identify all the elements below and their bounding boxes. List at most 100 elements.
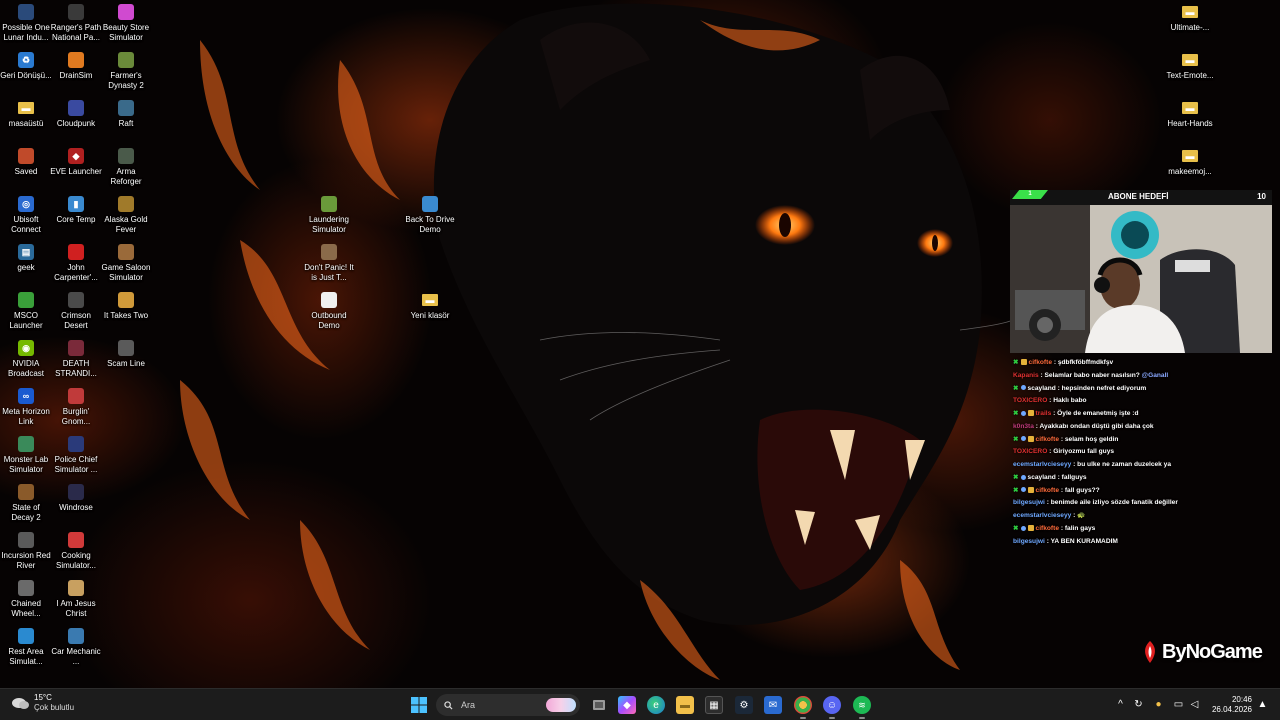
chat-username[interactable]: bilgesujwi	[1013, 499, 1045, 506]
chat-username[interactable]: ecemstarlvcieseyy	[1013, 461, 1071, 468]
file-explorer-app[interactable]: ▬	[676, 696, 694, 714]
desktop-icon-label: Burglin' Gnom...	[61, 407, 91, 426]
desktop-icon[interactable]: ▬ Text-Emote...	[1164, 52, 1216, 81]
desktop-icon[interactable]: Saved	[0, 148, 52, 177]
desktop-icon[interactable]: Ranger's Path National Pa...	[50, 4, 102, 43]
desktop-icon[interactable]: Beauty Store Simulator	[100, 4, 152, 43]
notification-bell-icon[interactable]: ▲	[1256, 698, 1269, 711]
desktop-icon[interactable]: DEATH STRANDI...	[50, 340, 102, 379]
desktop-icon-label: Geri Dönüşü...	[0, 71, 52, 80]
desktop-icon[interactable]: Back To Drive Demo	[404, 196, 456, 235]
desktop-icon[interactable]: I Am Jesus Christ	[50, 580, 102, 619]
discord-app[interactable]: ☺	[823, 696, 841, 714]
desktop-icon[interactable]: Don't Panic! It is Just T...	[303, 244, 355, 283]
desktop-icon-label: I Am Jesus Christ	[56, 599, 96, 618]
moderator-badge-icon: ✖	[1013, 410, 1019, 417]
desktop-icon-label: Possible One Lunar Indu...	[2, 23, 50, 42]
chat-text: Öyle de emanetmiş işte :d	[1057, 410, 1139, 417]
desktop-icon[interactable]: ▮ Core Temp	[50, 196, 102, 225]
desktop-icon[interactable]: ∞ Meta Horizon Link	[0, 388, 52, 427]
desktop-icon[interactable]: Scam Line	[100, 340, 152, 369]
desktop-icon[interactable]: DrainSim	[50, 52, 102, 81]
desktop-icon[interactable]: Raft	[100, 100, 152, 129]
chat-username[interactable]: k0n3ta	[1013, 423, 1034, 430]
desktop-icon[interactable]: Cooking Simulator...	[50, 532, 102, 571]
desktop-icon[interactable]: Incursion Red River	[0, 532, 52, 571]
search-placeholder: Ara	[461, 700, 476, 710]
mail-app[interactable]: ✉	[764, 696, 782, 714]
desktop-icon[interactable]: ▬ Heart-Hands	[1164, 100, 1216, 129]
show-hidden-icons-chevron-icon[interactable]: ^	[1114, 698, 1127, 711]
chat-username[interactable]: ecemstarlvcieseyy	[1013, 512, 1071, 519]
start-button[interactable]	[410, 696, 428, 714]
desktop-icon[interactable]: Outbound Demo	[303, 292, 355, 331]
desktop-icon[interactable]: Chained Wheel...	[0, 580, 52, 619]
mail-icon: ✉	[768, 699, 778, 711]
chat-username[interactable]: cifkofte	[1036, 525, 1059, 532]
chrome-browser-app[interactable]	[794, 696, 812, 714]
steam-app[interactable]: ⚙	[735, 696, 753, 714]
task-view-button[interactable]	[590, 696, 608, 714]
desktop-icon[interactable]: Monster Lab Simulator	[0, 436, 52, 475]
edge-browser-app[interactable]: e	[647, 696, 665, 714]
spotify-app[interactable]: ≋	[853, 696, 871, 714]
weather-widget[interactable]: 15°C Çok bulutlu	[10, 693, 74, 713]
microsoft-store-app[interactable]: ▦	[705, 696, 723, 714]
desktop-icon[interactable]: MSCO Launcher	[0, 292, 52, 331]
desktop-icon[interactable]: State of Decay 2	[0, 484, 52, 523]
spotify-running-indicator	[859, 717, 865, 719]
game-icon	[68, 100, 84, 116]
desktop-icon[interactable]: ◎ Ubisoft Connect	[0, 196, 52, 235]
moderator-badge-icon: ✖	[1013, 359, 1019, 366]
desktop-icon[interactable]: Farmer's Dynasty 2	[100, 52, 152, 91]
chat-username[interactable]: cifkofte	[1029, 359, 1052, 366]
desktop-icon[interactable]: Crimson Desert	[50, 292, 102, 331]
desktop-icon[interactable]: ♻ Geri Dönüşü...	[0, 52, 52, 81]
chat-username[interactable]: cifkofte	[1036, 487, 1059, 494]
game-icon	[422, 196, 438, 212]
desktop-icon[interactable]: Cloudpunk	[50, 100, 102, 129]
desktop-icon[interactable]: ▤ geek	[0, 244, 52, 273]
clock-time: 20:46	[1231, 695, 1252, 704]
system-clock[interactable]: 20:46 26.04.2026	[1206, 695, 1252, 715]
desktop-icon[interactable]: Windrose	[50, 484, 102, 513]
desktop-icon-label: Text-Emote...	[1166, 71, 1214, 80]
chat-text: bu ulke ne zaman duzelcek ya	[1077, 461, 1171, 468]
chat-username[interactable]: scayland	[1028, 474, 1056, 481]
desktop-icon[interactable]: ▬ Ultimate-...	[1164, 4, 1216, 33]
desktop-icon[interactable]: Laundering Simulator	[303, 196, 355, 235]
microphone-icon[interactable]: ●	[1152, 698, 1165, 711]
chat-username[interactable]: TOXICERO	[1013, 448, 1047, 455]
desktop-icon[interactable]: ▬ Yeni klasör	[404, 292, 456, 321]
chat-username[interactable]: bilgesujwi	[1013, 538, 1045, 545]
chat-mention[interactable]: @Ganall	[1142, 372, 1169, 379]
desktop-icon[interactable]: Rest Area Simulat...	[0, 628, 52, 667]
chat-username[interactable]: trails	[1036, 410, 1052, 417]
game-icon	[321, 292, 337, 308]
desktop-icon[interactable]: ◆ EVE Launcher	[50, 148, 102, 177]
desktop-icon[interactable]: Burglin' Gnom...	[50, 388, 102, 427]
desktop-icon[interactable]: ▬ masaüstü	[0, 100, 52, 129]
desktop-icon[interactable]: ▬ makeemoj...	[1164, 148, 1216, 177]
desktop-icon[interactable]: Game Saloon Simulator	[100, 244, 152, 283]
folder-icon: ▬	[1182, 102, 1198, 114]
sync-icon[interactable]: ↻	[1132, 698, 1145, 711]
chat-username[interactable]: Kapanis	[1013, 372, 1039, 379]
copilot-app[interactable]: ◆	[618, 696, 636, 714]
desktop-icon[interactable]: John Carpenter'...	[50, 244, 102, 283]
desktop-icon[interactable]: Car Mechanic ...	[50, 628, 102, 667]
desktop-icon[interactable]: Police Chief Simulator ...	[50, 436, 102, 475]
desktop-icon[interactable]: Possible One Lunar Indu...	[0, 4, 52, 43]
taskbar-search[interactable]: Ara	[436, 694, 580, 716]
subscriber-goal-progress: 1	[1012, 190, 1048, 199]
desktop-icon[interactable]: ◉ NVIDIA Broadcast	[0, 340, 52, 379]
chat-username[interactable]: TOXICERO	[1013, 397, 1047, 404]
desktop-icon[interactable]: Alaska Gold Fever	[100, 196, 152, 235]
network-icon[interactable]: ▭	[1172, 698, 1185, 711]
desktop-icon[interactable]: It Takes Two	[100, 292, 152, 321]
desktop-icon-label: Yeni klasör	[410, 311, 450, 320]
desktop-icon[interactable]: Arma Reforger	[100, 148, 152, 187]
chat-username[interactable]: scayland	[1028, 385, 1056, 392]
chat-username[interactable]: cifkofte	[1036, 436, 1059, 443]
volume-icon[interactable]: ◁	[1188, 698, 1201, 711]
